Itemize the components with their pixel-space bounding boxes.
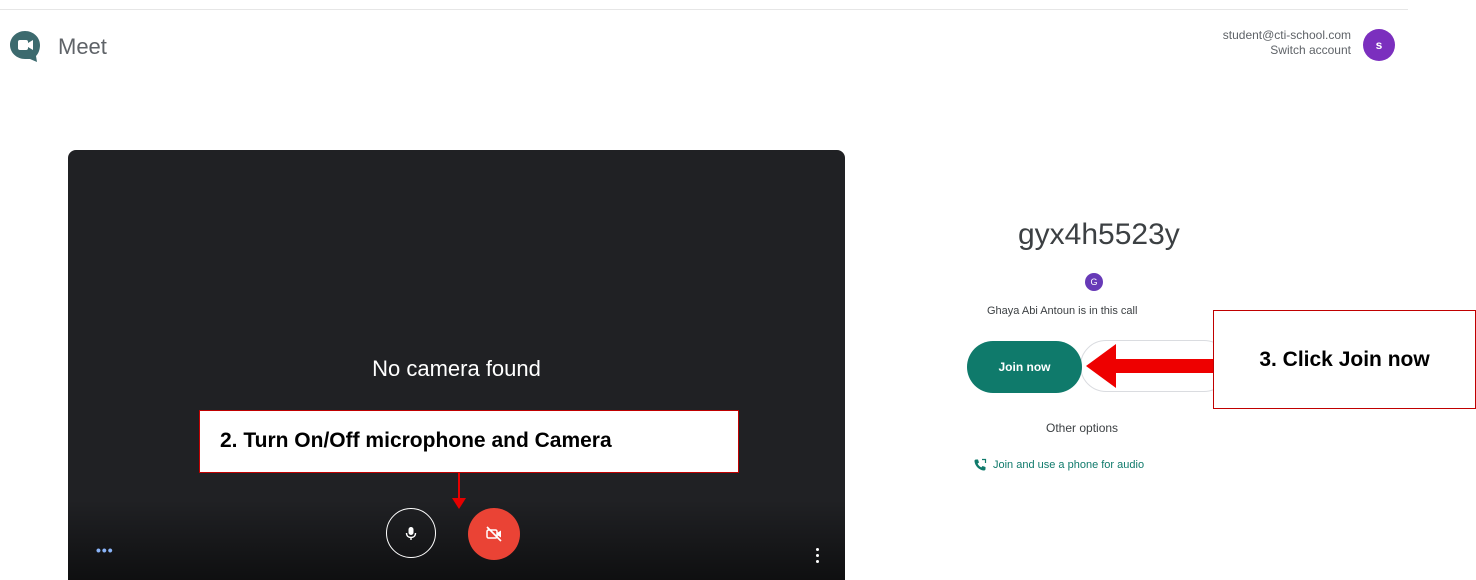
switch-account-link[interactable]: Switch account xyxy=(1270,43,1351,57)
participant-avatar: G xyxy=(1085,273,1103,291)
camera-toggle-button[interactable] xyxy=(468,508,520,560)
annotation-arrow-left xyxy=(1114,359,1214,373)
video-preview: No camera found ••• xyxy=(68,150,845,580)
vertical-more-icon[interactable] xyxy=(816,548,820,568)
no-camera-message: No camera found xyxy=(372,356,541,381)
meet-logo-icon xyxy=(10,31,40,62)
microphone-toggle-button[interactable] xyxy=(386,508,436,558)
annotation-arrow-left-head xyxy=(1086,344,1116,388)
more-options-button[interactable]: ••• xyxy=(96,542,114,558)
other-options-label: Other options xyxy=(1046,421,1119,435)
annotation-arrow-down xyxy=(458,473,460,501)
annotation-step-3: 3. Click Join now xyxy=(1213,310,1476,409)
phone-audio-icon xyxy=(974,458,987,471)
microphone-icon xyxy=(405,527,417,540)
video-controls-bar xyxy=(68,500,845,580)
join-now-button[interactable]: Join now xyxy=(967,341,1082,393)
participants-in-call-text: Ghaya Abi Antoun is in this call xyxy=(987,305,1138,317)
account-email: student@cti-school.com xyxy=(1222,28,1351,42)
meeting-code: gyx4h5523y xyxy=(1018,218,1180,251)
annotation-step-2: 2. Turn On/Off microphone and Camera xyxy=(199,410,739,473)
account-avatar[interactable]: s xyxy=(1363,29,1395,61)
join-with-phone-link[interactable]: Join and use a phone for audio xyxy=(993,459,1144,471)
annotation-arrow-down-head xyxy=(452,498,466,509)
app-name: Meet xyxy=(58,34,107,59)
top-divider xyxy=(0,9,1408,10)
camera-off-icon xyxy=(486,526,502,542)
